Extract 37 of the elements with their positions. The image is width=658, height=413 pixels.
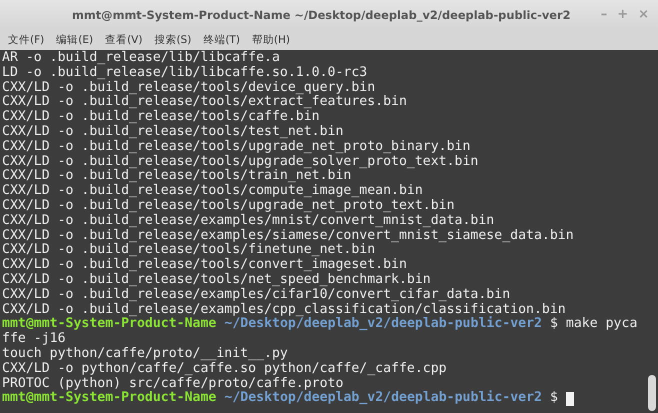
output-line: CXX/LD -o .build_release/examples/siamese/convert_mnist_siamese_data.bin <box>2 228 575 243</box>
menu-item[interactable]: 终端(T) <box>197 32 246 46</box>
output-line: CXX/LD -o .build_release/tools/upgrade_net_proto_binary.bin <box>2 140 470 154</box>
prompt-user: mmt@mmt-System-Product-Name <box>2 317 216 332</box>
prompt-path: ~/Desktop/deeplab_v2/deeplab-public-ver2 <box>224 391 542 406</box>
output-line: CXX/LD -o .build_release/tools/caffe.bin <box>2 110 320 124</box>
output-line: CXX/LD -o .build_release/tools/device_query.bin <box>2 80 376 95</box>
command-text: make pyca <box>566 317 638 332</box>
menu-item[interactable]: 文件(F) <box>2 32 50 46</box>
menu-item[interactable]: 编辑(E) <box>50 32 100 46</box>
output-line: CXX/LD -o .build_release/tools/net_speed_benchmark.bin <box>2 272 432 288</box>
prompt-path: ~/Desktop/deeplab_v2/deeplab-public-ver2 <box>224 317 542 332</box>
output-line: CXX/LD -o .build_release/tools/finetune_net.bin <box>2 243 376 258</box>
output-line: CXX/LD -o .build_release/tools/test_net.bin <box>2 124 344 140</box>
output-line: CXX/LD -o .build_release/tools/upgrade_solver_proto_text.bin <box>2 154 480 169</box>
output-line: touch python/caffe/proto/__init__.py <box>2 346 289 362</box>
output-line: CXX/LD -o .build_release/tools/train_net.bin <box>2 169 352 184</box>
menu-item[interactable]: 查看(V) <box>99 32 148 46</box>
menu-item[interactable]: 搜索(S) <box>148 32 198 46</box>
output-line: CXX/LD -o .build_release/tools/convert_imageset.bin <box>2 258 408 272</box>
output-line: CXX/LD -o .build_release/examples/mnist/convert_mnist_data.bin <box>2 214 494 228</box>
output-line: AR -o .build_release/lib/libcaffe.a <box>2 51 281 66</box>
output-line: CXX/LD -o .build_release/examples/cpp_classification/classification.bin <box>2 302 567 317</box>
output-line: CXX/LD -o .build_release/examples/cifar10/convert_cifar_data.bin <box>2 288 510 302</box>
prompt-user: mmt@mmt-System-Product-Name <box>2 391 216 406</box>
output-line: PROTOC (python) src/caffe/proto/caffe.proto <box>2 376 344 391</box>
output-line: ffe -j16 <box>2 332 67 347</box>
prompt-symbol: $ <box>550 391 558 406</box>
scrollbar-thumb[interactable] <box>648 375 656 411</box>
output-line: LD -o .build_release/lib/libcaffe.so.1.0.0-rc3 <box>2 66 368 80</box>
output-line: CXX/LD -o .build_release/tools/compute_image_mean.bin <box>2 184 424 198</box>
output-line: CXX/LD -o .build_release/tools/extract_features.bin <box>2 95 408 110</box>
output-line: CXX/LD -o python/caffe/_caffe.so python/caffe/_caffe.cpp <box>2 362 448 376</box>
menu-item[interactable]: 帮助(H) <box>246 32 296 46</box>
output-line: CXX/LD -o .build_release/tools/upgrade_net_proto_text.bin <box>2 198 456 214</box>
prompt-symbol: $ <box>550 317 558 332</box>
window-title: mmt@mmt-System-Product-Name ~/Desktop/deeplab_v2/deeplab-public-ver2 <box>72 8 571 22</box>
